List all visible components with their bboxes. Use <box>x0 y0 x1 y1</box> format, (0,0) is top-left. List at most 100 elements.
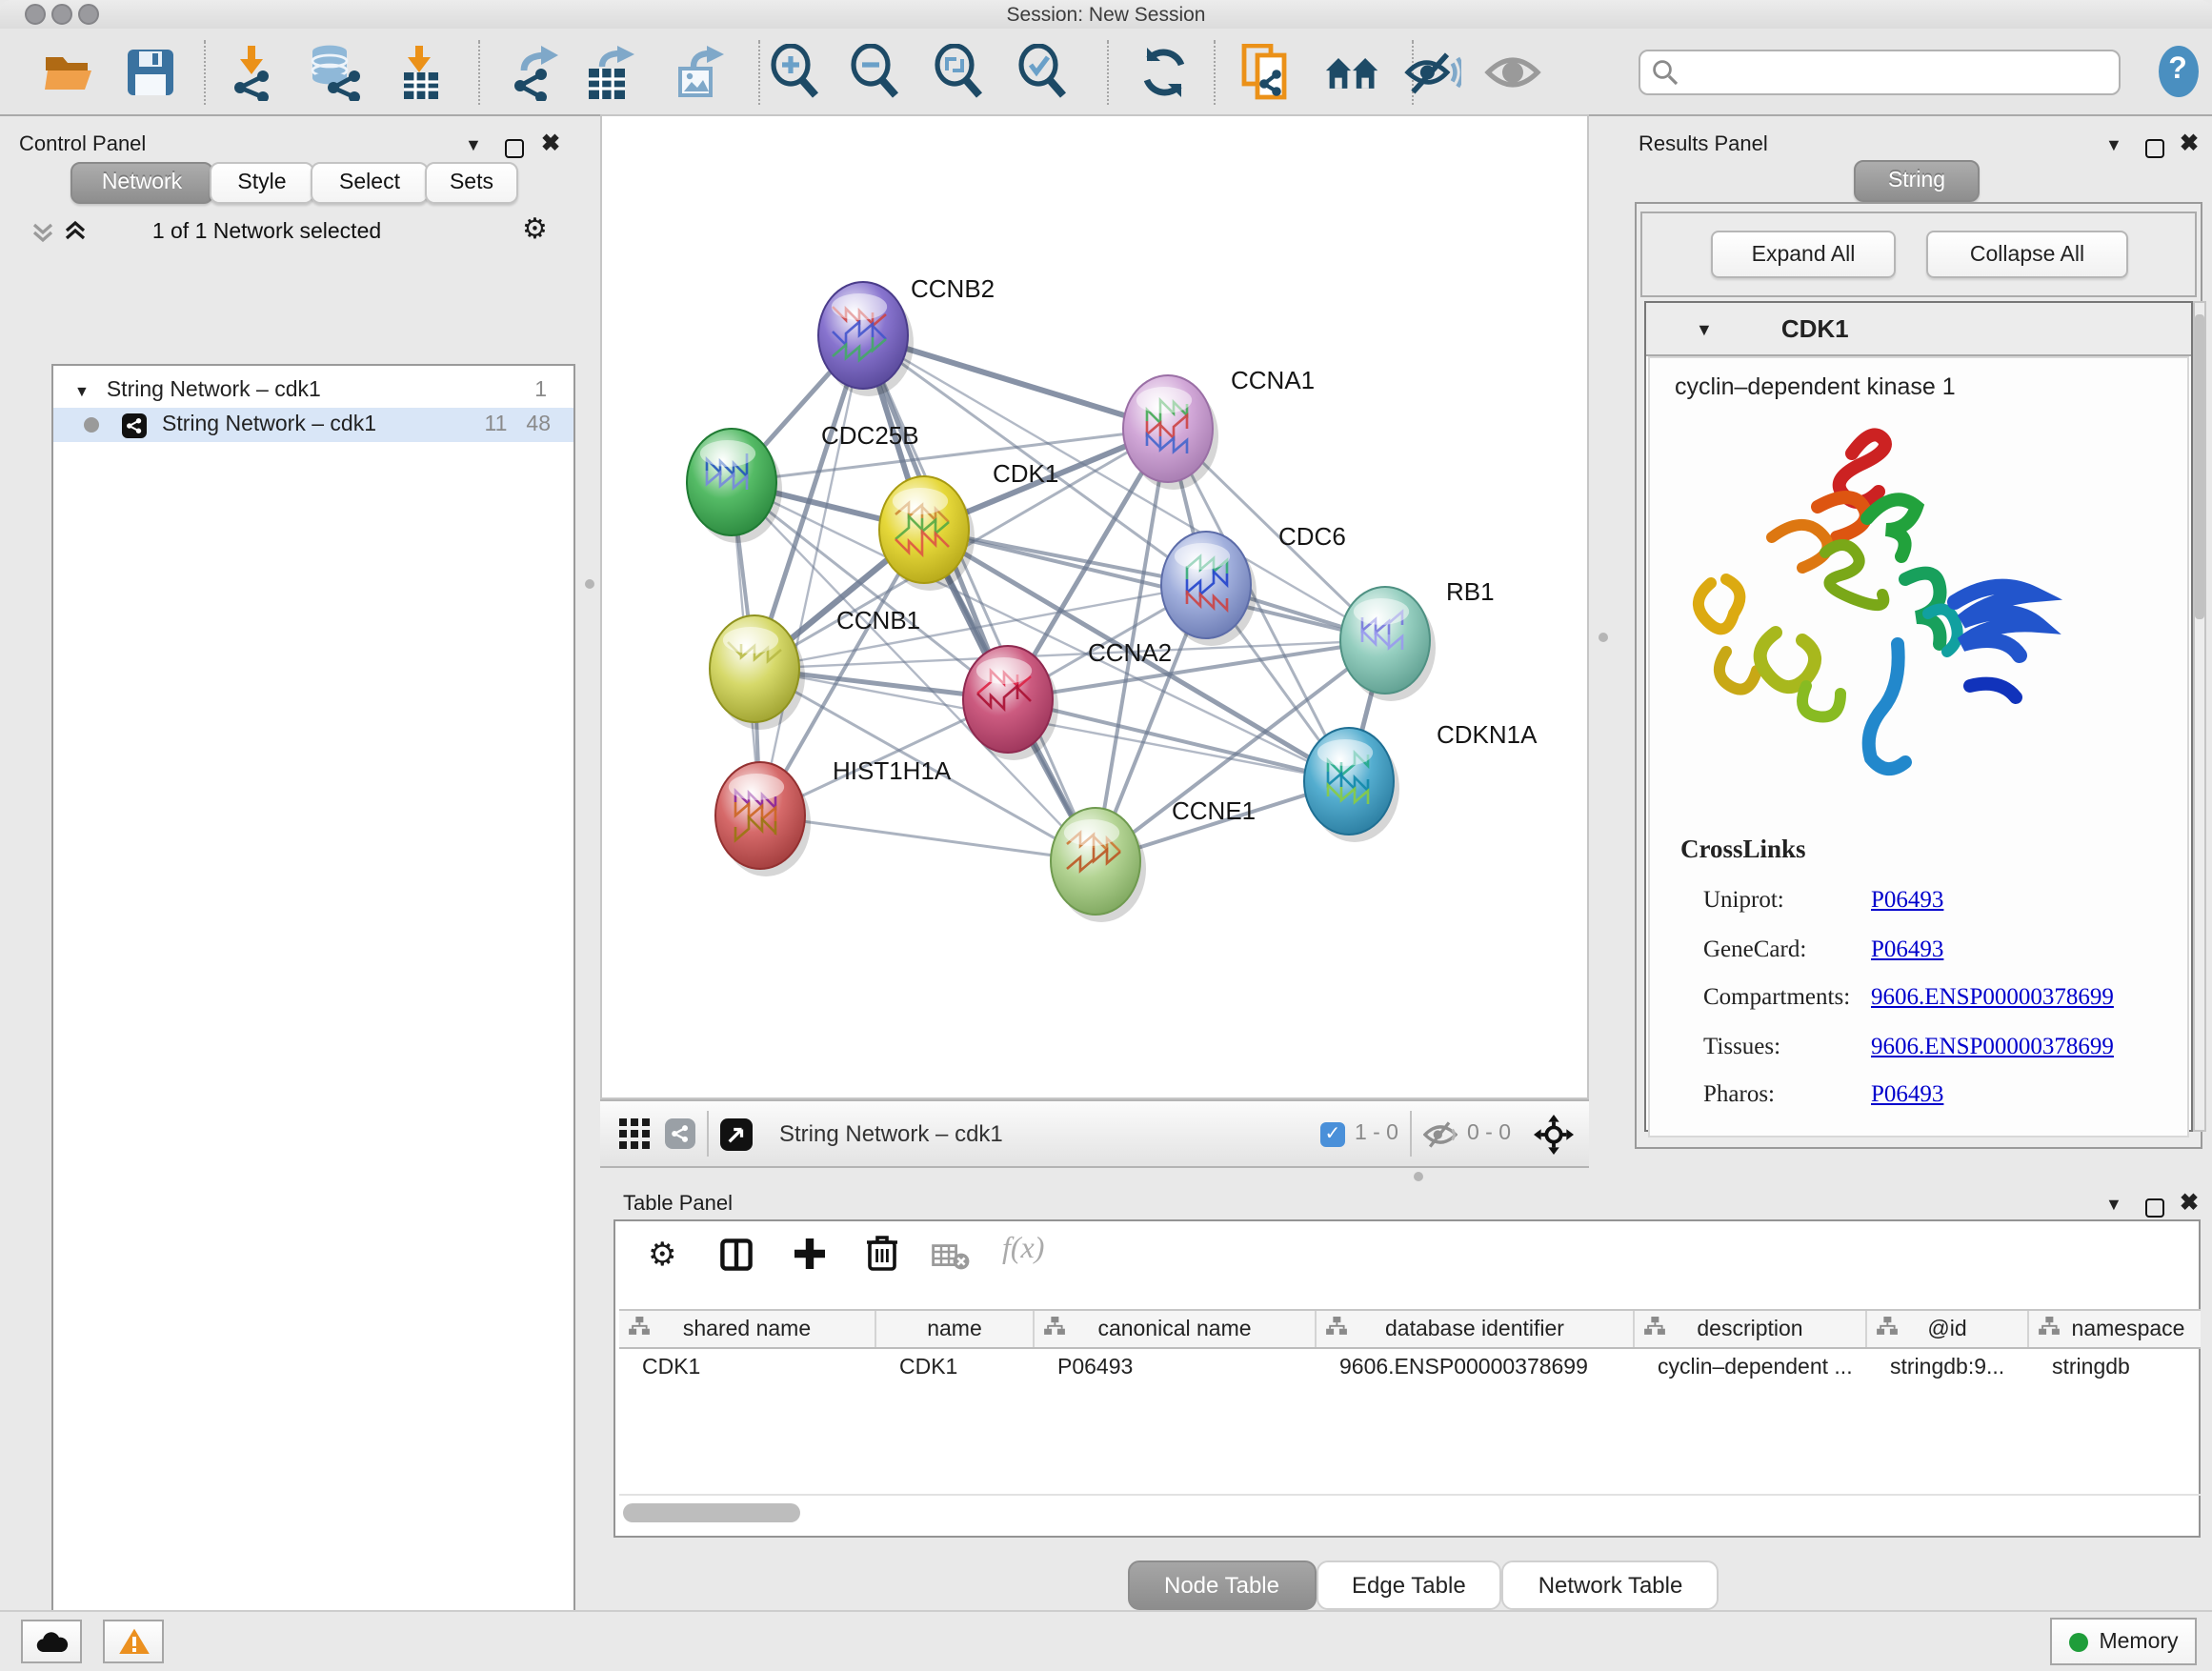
selected-checkbox-icon[interactable]: ✓ <box>1320 1121 1345 1146</box>
crosslink-value-link[interactable]: P06493 <box>1871 1080 1943 1107</box>
bottom-splitter-handle[interactable] <box>1414 1172 1423 1181</box>
column-header[interactable]: name <box>876 1311 1035 1347</box>
crosslink-value-link[interactable]: P06493 <box>1871 935 1943 961</box>
export-table-icon[interactable] <box>583 44 640 101</box>
network-options-gear-icon[interactable]: ⚙ <box>522 215 548 244</box>
open-session-icon[interactable] <box>40 44 97 101</box>
cloud-button[interactable] <box>21 1620 82 1663</box>
add-column-icon[interactable] <box>793 1237 827 1280</box>
delete-table-icon[interactable] <box>932 1244 970 1280</box>
refresh-icon[interactable] <box>1136 44 1193 101</box>
node-label-ccna1: CCNA1 <box>1231 366 1315 394</box>
crosslink-value-link[interactable]: P06493 <box>1871 886 1943 913</box>
move-crosshair-icon[interactable] <box>1534 1114 1574 1154</box>
collection-expander-icon[interactable]: ▼ <box>74 382 90 399</box>
column-header[interactable]: database identifier <box>1317 1311 1635 1347</box>
tab-string[interactable]: String <box>1854 160 1980 202</box>
control-panel-close-icon[interactable]: ✖ <box>541 130 560 156</box>
hidden-ratio: 0 - 0 <box>1467 1122 1511 1145</box>
tab-select[interactable]: Select <box>311 162 429 204</box>
function-builder-icon[interactable]: f(x) <box>1002 1233 1044 1267</box>
expand-all-button[interactable]: Expand All <box>1711 231 1896 278</box>
save-session-icon[interactable] <box>122 44 179 101</box>
toolbar-separator <box>204 40 206 105</box>
help-icon: ? <box>2158 45 2198 96</box>
network-graph[interactable]: CCNB2CCNA1CDC25BCDK1CDC6RB1CCNB1CCNA2CDK… <box>602 116 1587 1097</box>
string-view-icon[interactable] <box>665 1118 695 1149</box>
column-header[interactable]: @id <box>1867 1311 2029 1347</box>
crosslink-value-link[interactable]: 9606.ENSP00000378699 <box>1871 1032 2114 1058</box>
table-cell: CDK1 <box>876 1349 1035 1387</box>
tab-node-table[interactable]: Node Table <box>1128 1560 1316 1610</box>
crosslink-value-link[interactable]: 9606.ENSP00000378699 <box>1871 983 2114 1010</box>
crosslink-row: Pharos:P06493 <box>1703 1071 2114 1119</box>
network-from-selection-icon[interactable] <box>1238 44 1296 101</box>
column-header[interactable]: shared name <box>619 1311 876 1347</box>
import-network-database-icon[interactable] <box>307 44 364 101</box>
network-collection-row[interactable]: ▼ String Network – cdk1 1 <box>53 373 573 408</box>
grid-view-icon[interactable] <box>619 1118 650 1149</box>
search-field[interactable] <box>1639 50 2121 95</box>
tab-network[interactable]: Network <box>70 162 213 204</box>
results-panel-close-icon[interactable]: ✖ <box>2180 130 2199 156</box>
section-expander-icon[interactable]: ▼ <box>1696 319 1713 338</box>
collapse-all-button[interactable]: Collapse All <box>1926 231 2128 278</box>
export-image-icon[interactable] <box>671 44 728 101</box>
memory-status-icon <box>2068 1632 2087 1651</box>
table-row[interactable]: CDK1 CDK1 P06493 9606.ENSP00000378699 cy… <box>619 1349 2201 1387</box>
table-horizontal-scrollbar[interactable] <box>623 1503 800 1522</box>
protein-structure-image <box>1684 419 2103 810</box>
tab-network-table[interactable]: Network Table <box>1502 1560 1719 1610</box>
zoom-out-icon[interactable] <box>848 44 905 101</box>
select-columns-icon[interactable] <box>720 1238 753 1280</box>
zoom-in-icon[interactable] <box>768 44 825 101</box>
table-options-gear-icon[interactable]: ⚙ <box>648 1238 677 1271</box>
toolbar-separator <box>1214 40 1216 105</box>
warnings-button[interactable] <box>103 1620 164 1663</box>
right-splitter-handle[interactable] <box>1599 633 1608 642</box>
toolbar-separator <box>1107 40 1109 105</box>
export-network-icon[interactable] <box>509 44 566 101</box>
results-panel-menu-icon[interactable]: ▼ <box>2105 135 2122 154</box>
hide-selected-eye-icon[interactable] <box>1404 44 1461 101</box>
column-header[interactable]: description <box>1635 1311 1867 1347</box>
column-type-icon <box>1877 1317 1898 1341</box>
birdseye-view-icon[interactable] <box>720 1117 753 1150</box>
tab-style[interactable]: Style <box>210 162 314 204</box>
results-scrollbar-thumb[interactable] <box>2195 314 2204 619</box>
table-panel-close-icon[interactable]: ✖ <box>2180 1189 2199 1216</box>
memory-label: Memory <box>2099 1630 2178 1653</box>
tab-edge-table[interactable]: Edge Table <box>1316 1560 1502 1610</box>
zoom-selected-icon[interactable] <box>1016 44 1073 101</box>
node-table-header: shared name name canonical name database… <box>619 1309 2201 1349</box>
column-header[interactable]: canonical name <box>1035 1311 1317 1347</box>
hidden-eye-icon <box>1423 1119 1458 1148</box>
table-panel-menu-icon[interactable]: ▼ <box>2105 1195 2122 1214</box>
tab-sets[interactable]: Sets <box>425 162 518 204</box>
search-input[interactable] <box>1679 53 2119 91</box>
network-canvas[interactable]: CCNB2CCNA1CDC25BCDK1CDC6RB1CCNB1CCNA2CDK… <box>600 114 1589 1099</box>
import-table-file-icon[interactable] <box>392 44 450 101</box>
houses-icon[interactable] <box>1324 44 1381 101</box>
title-bar: Session: New Session <box>0 0 2212 30</box>
network-selection-status: 1 of 1 Network selected <box>0 221 533 244</box>
warning-icon <box>117 1627 150 1656</box>
node-label-hist1h1a: HIST1H1A <box>833 756 952 785</box>
help-button[interactable]: ? <box>2157 42 2199 99</box>
zoom-fit-icon[interactable] <box>932 44 989 101</box>
show-all-eye-icon[interactable] <box>1484 44 1541 101</box>
column-header[interactable]: namespace <box>2029 1311 2201 1347</box>
memory-button[interactable]: Memory <box>2050 1618 2197 1665</box>
crosslink-label: Uniprot: <box>1703 876 1871 925</box>
import-network-file-icon[interactable] <box>223 44 280 101</box>
protein-section-header[interactable]: ▼ CDK1 <box>1646 303 2191 356</box>
network-row-selected[interactable]: String Network – cdk1 11 48 <box>53 408 573 442</box>
control-panel-menu-icon[interactable]: ▼ <box>465 135 482 154</box>
node-label-cdk1: CDK1 <box>993 459 1058 488</box>
crosslink-row: GeneCard:P06493 <box>1703 925 2114 974</box>
protein-description: cyclin–dependent kinase 1 <box>1675 373 1956 400</box>
node-label-cdkn1a: CDKN1A <box>1437 720 1538 749</box>
delete-column-trash-icon[interactable] <box>867 1235 897 1280</box>
left-splitter-handle[interactable] <box>585 579 594 589</box>
results-panel-float-icon[interactable] <box>2145 133 2164 168</box>
